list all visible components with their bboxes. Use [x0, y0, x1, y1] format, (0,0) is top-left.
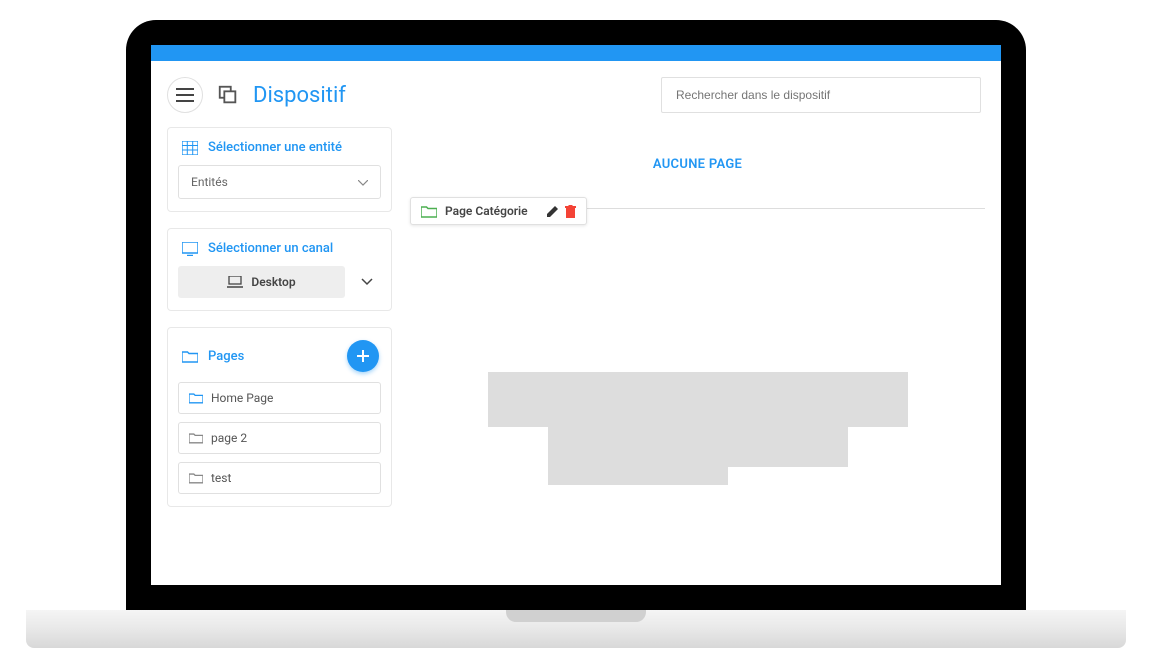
entity-select-placeholder: Entités — [191, 175, 228, 189]
channel-dropdown-toggle[interactable] — [353, 278, 381, 286]
caret-down-icon — [358, 175, 368, 189]
placeholder-block-row — [548, 427, 848, 485]
page-item-label: Home Page — [211, 391, 273, 405]
placeholder-block — [728, 427, 848, 467]
copy-icon — [217, 84, 239, 106]
page-category-chip[interactable]: Page Catégorie — [410, 197, 587, 225]
empty-state-label: AUCUNE PAGE — [410, 157, 985, 172]
page-list: Home Page page 2 test — [168, 382, 391, 506]
folder-icon — [189, 392, 203, 404]
channel-panel: Sélectionner un canal Desktop — [167, 228, 392, 311]
plus-icon — [355, 348, 371, 364]
hamburger-icon — [176, 88, 194, 102]
page-title: Dispositif — [253, 83, 346, 108]
folder-icon — [182, 350, 198, 363]
edit-icon[interactable] — [546, 205, 559, 218]
content-area: Sélectionner une entité Entités — [151, 127, 1001, 507]
pages-panel: Pages Home Page — [167, 327, 392, 507]
header: Dispositif — [151, 61, 1001, 127]
top-accent-bar — [151, 45, 1001, 61]
entity-panel: Sélectionner une entité Entités — [167, 127, 392, 212]
add-page-button[interactable] — [347, 340, 379, 372]
page-item[interactable]: test — [178, 462, 381, 494]
laptop-icon — [227, 276, 243, 288]
monitor-icon — [182, 242, 198, 256]
grid-icon — [182, 141, 198, 155]
entity-select[interactable]: Entités — [178, 165, 381, 199]
channel-chip[interactable]: Desktop — [178, 266, 345, 298]
folder-icon — [421, 205, 437, 218]
channel-select-row: Desktop — [178, 266, 381, 298]
main-canvas: AUCUNE PAGE Page Catégorie — [410, 127, 985, 507]
menu-button[interactable] — [167, 77, 203, 113]
laptop-notch — [506, 610, 646, 622]
entity-title-text: Sélectionner une entité — [208, 140, 342, 155]
channel-panel-title: Sélectionner un canal — [168, 229, 391, 266]
pages-title-text: Pages — [208, 349, 244, 364]
placeholder-block — [488, 372, 908, 427]
laptop-bezel: Dispositif S — [126, 20, 1026, 610]
channel-chip-label: Desktop — [251, 275, 295, 289]
page-item[interactable]: page 2 — [178, 422, 381, 454]
laptop-frame: Dispositif S — [26, 20, 1126, 648]
sidebar: Sélectionner une entité Entités — [167, 127, 392, 507]
category-chip-label: Page Catégorie — [445, 204, 528, 218]
empty-placeholder-graphic — [488, 372, 908, 485]
search-input[interactable] — [661, 77, 981, 113]
entity-panel-title: Sélectionner une entité — [168, 128, 391, 165]
app-window: Dispositif S — [151, 45, 1001, 585]
placeholder-block — [548, 427, 728, 485]
page-item-label: page 2 — [211, 431, 247, 445]
delete-icon[interactable] — [565, 205, 576, 218]
folder-icon — [189, 472, 203, 484]
page-item-label: test — [211, 471, 231, 485]
laptop-base — [26, 610, 1126, 648]
chevron-down-icon — [361, 278, 373, 286]
chip-actions — [546, 205, 576, 218]
pages-panel-header: Pages — [168, 328, 391, 382]
page-item[interactable]: Home Page — [178, 382, 381, 414]
channel-title-text: Sélectionner un canal — [208, 241, 333, 256]
folder-icon — [189, 432, 203, 444]
